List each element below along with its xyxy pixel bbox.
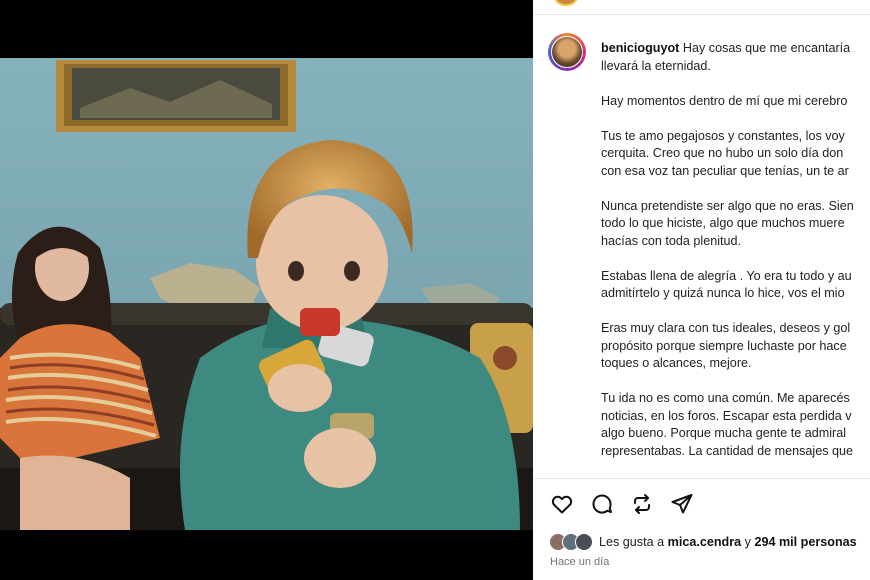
caption-paragraph: benicioguyot Hay cosas que me encantaría… (601, 40, 870, 75)
caption-line: toques o alcances, mejore. (601, 356, 752, 370)
comment-bubble-icon (592, 494, 612, 514)
caption-paragraph: Tus te amo pegajosos y constantes, los v… (601, 128, 870, 181)
caption-fade (533, 470, 870, 484)
post-actions (549, 491, 695, 517)
caption-line: Eras muy clara con tus ideales, deseos y… (601, 321, 851, 335)
send-paper-plane-icon (671, 494, 693, 514)
wall-picture-frame (56, 60, 296, 132)
caption-paragraph: Hay momentos dentro de mí que mi cerebro (601, 93, 870, 111)
caption-line: Estabas llena de alegría . Yo era tu tod… (601, 268, 852, 283)
repost-arrows-icon (634, 494, 650, 514)
author-avatar-ring[interactable] (548, 33, 586, 71)
caption-line: noticias, en los foros. Escapar esta per… (601, 408, 852, 423)
post-detail-pane: benicioguyot Hay cosas que me encantaría… (533, 0, 870, 580)
post-caption: benicioguyot Hay cosas que me encantaría… (601, 40, 870, 478)
caption-line: Tu ida no es como una común. Me aparecés (601, 391, 850, 405)
likes-count[interactable]: 294 mil personas (754, 535, 856, 549)
caption-paragraph: Eras muy clara con tus ideales, deseos y… (601, 320, 870, 373)
caption-line: propósito porque siempre luchaste por ha… (601, 338, 847, 353)
likes-prefix: Les gusta a (599, 535, 665, 549)
likes-joiner: y (744, 535, 751, 549)
caption-line: todo lo que hiciste, algo que muchos mue… (601, 216, 845, 230)
liker-avatars[interactable] (549, 533, 593, 551)
caption-line: Hay momentos dentro de mí que mi cerebro (601, 93, 848, 108)
post-timestamp[interactable]: Hace un día (550, 556, 609, 568)
caption-line: hacías con toda plenitud. (601, 233, 742, 248)
caption-line: con esa voz tan peculiar que tenías, un … (601, 163, 849, 178)
photo-illustration (0, 58, 533, 530)
post-photo[interactable] (0, 58, 533, 530)
liked-by-username[interactable]: mica.cendra (668, 535, 742, 549)
like-button[interactable] (549, 491, 575, 517)
share-button[interactable] (669, 491, 695, 517)
liker-avatar (575, 533, 593, 551)
caption-line: Nunca pretendiste ser algo que no eras. … (601, 198, 854, 213)
caption-line: benicioguyot Hay cosas que me encantaría (601, 41, 851, 55)
author-avatar[interactable] (551, 36, 583, 68)
caption-line: algo bueno. Porque mucha gente te admira… (601, 426, 847, 440)
post-media-pane (0, 0, 533, 580)
caption-line: Tus te amo pegajosos y constantes, los v… (601, 128, 845, 143)
caption-paragraph: Estabas llena de alegría . Yo era tu tod… (601, 268, 870, 303)
previous-post-strip (533, 0, 870, 15)
repost-button[interactable] (629, 491, 655, 517)
likes-summary: Les gusta a mica.cendra y 294 mil person… (549, 532, 857, 552)
comment-button[interactable] (589, 491, 615, 517)
caption-line: cerquita. Creo que no hubo un solo día d… (601, 146, 844, 160)
caption-line: llevará la eternidad. (601, 58, 711, 73)
caption-paragraph: Nunca pretendiste ser algo que no eras. … (601, 198, 870, 251)
caption-line: admitírtelo y quizá nunca lo hice, vos e… (601, 286, 845, 300)
divider (533, 478, 870, 479)
heart-outline-icon (551, 495, 573, 514)
avatar-peek (553, 0, 579, 6)
caption-paragraph: Tu ida no es como una común. Me aparecés… (601, 390, 870, 460)
caption-line: representabas. La cantidad de mensajes q… (601, 443, 854, 458)
author-username[interactable]: benicioguyot (601, 41, 679, 55)
